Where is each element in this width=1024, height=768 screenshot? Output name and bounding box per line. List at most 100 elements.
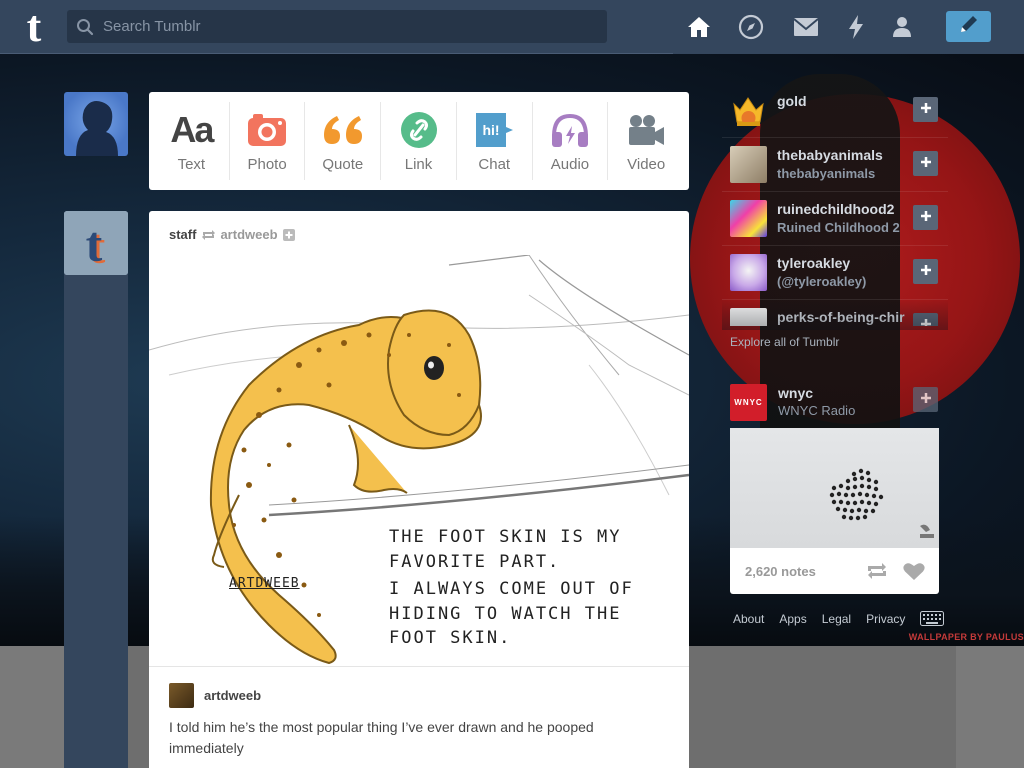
radar-image[interactable] (730, 428, 939, 548)
follow-plus-icon[interactable] (282, 228, 295, 241)
art-signature: ARTDWEEB (229, 576, 300, 591)
home-icon[interactable] (686, 14, 712, 40)
reblogged-from-link[interactable]: artdweeb (220, 227, 277, 242)
art-caption-1: THE FOOT SKIN IS MY FAVORITE PART. (389, 527, 622, 572)
explore-icon[interactable] (738, 14, 764, 40)
blog-title: (@tyleroakley) (777, 274, 867, 289)
radar-photo (829, 468, 934, 538)
quote-icon (323, 110, 363, 150)
footer-links: About Apps Legal Privacy (733, 611, 959, 626)
reblog-author-link[interactable]: artdweeb (204, 688, 261, 703)
post-type-chat[interactable]: hi! Chat (457, 102, 533, 180)
camera-icon (247, 110, 287, 150)
radar-header: WNYC wnyc WNYC Radio (722, 378, 948, 424)
headphones-icon (550, 110, 590, 150)
compose-button[interactable] (946, 11, 991, 42)
link-icon (400, 110, 438, 150)
tumblr-logo[interactable]: t (14, 5, 54, 49)
blog-name[interactable]: gold (777, 93, 807, 109)
post-type-label: Audio (550, 155, 590, 173)
post-caption: I told him he’s the most popular thing I… (169, 719, 594, 756)
explore-link[interactable]: Explore all of Tumblr (730, 335, 839, 349)
post-type-audio[interactable]: Audio (533, 102, 609, 180)
blog-title: thebabyanimals (777, 166, 876, 181)
artdweeb-avatar[interactable] (169, 683, 194, 708)
recommended-blog[interactable]: ruinedchildhood2 Ruined Childhood 2 (722, 192, 948, 246)
follow-button[interactable] (913, 205, 938, 230)
post-header: staff artdweeb (169, 227, 295, 242)
radar-blog-name[interactable]: wnyc (778, 385, 813, 401)
post-illustration[interactable]: THE FOOT SKIN IS MY FAVORITE PART. I ALW… (149, 254, 689, 665)
account-icon[interactable] (889, 14, 915, 40)
radar-blog-title: WNYC Radio (778, 403, 856, 418)
plus-icon (920, 101, 932, 119)
footer-link-privacy[interactable]: Privacy (866, 612, 905, 626)
reblog-author-row: artdweeb (169, 683, 261, 708)
svg-text:hi!: hi! (483, 122, 500, 138)
blog-name[interactable]: tyleroakley (777, 255, 850, 271)
post-type-label: Photo (247, 155, 287, 173)
post-type-label: Video (627, 155, 666, 173)
top-header: t (0, 0, 1024, 54)
post-divider (149, 666, 689, 667)
post-type-label: Quote (322, 155, 364, 173)
follow-button[interactable] (913, 387, 938, 412)
plus-icon (920, 209, 932, 227)
notes-count[interactable]: 2,620 notes (745, 564, 816, 579)
blog-avatar[interactable] (730, 254, 767, 291)
post-type-label: Chat (478, 155, 511, 173)
recommended-blog[interactable]: tyleroakley (@tyleroakley) (722, 246, 948, 300)
inbox-icon[interactable] (792, 14, 820, 40)
recommended-fade (722, 300, 948, 330)
footer-link-apps[interactable]: Apps (779, 612, 806, 626)
post-author-link[interactable]: staff (169, 227, 196, 242)
svg-text:t: t (86, 216, 103, 272)
post-type-label: Text (177, 155, 206, 173)
reblog-icon (201, 229, 216, 241)
blog-name[interactable]: ruinedchildhood2 (777, 201, 894, 217)
radar-footer: 2,620 notes (730, 548, 939, 594)
user-avatar[interactable] (64, 92, 128, 156)
wnyc-avatar[interactable]: WNYC (730, 384, 767, 421)
post-type-text[interactable]: Aa Text (154, 102, 230, 180)
follow-button[interactable] (913, 259, 938, 284)
dashboard-post: staff artdweeb THE FOOT SKIN IS MY FAVOR… (149, 211, 689, 768)
recommended-blog[interactable]: thebabyanimals thebabyanimals (722, 138, 948, 192)
search-icon (67, 18, 103, 36)
post-type-link[interactable]: Link (381, 102, 457, 180)
reblog-button[interactable] (866, 562, 888, 585)
gramophone-icon (920, 524, 934, 538)
blog-avatar[interactable] (730, 92, 767, 129)
footer-link-legal[interactable]: Legal (822, 612, 851, 626)
pencil-icon (958, 13, 980, 40)
keyboard-icon[interactable] (920, 611, 945, 626)
chat-icon: hi! (474, 110, 514, 150)
heart-icon[interactable] (903, 562, 925, 586)
search-input[interactable] (103, 18, 583, 35)
plus-icon (920, 263, 932, 281)
post-type-quote[interactable]: Quote (305, 102, 382, 180)
post-type-photo[interactable]: Photo (230, 102, 306, 180)
staff-avatar[interactable]: t t (64, 211, 128, 275)
search-bar[interactable] (67, 10, 607, 43)
text-icon: Aa (170, 108, 214, 150)
post-type-video[interactable]: Video (608, 102, 684, 180)
wallpaper-credit: WALLPAPER BY PAULUS (908, 632, 1024, 642)
art-caption-2: I ALWAYS COME OUT OF HIDING TO WATCH THE… (389, 579, 634, 649)
left-rail (64, 212, 128, 768)
blog-avatar[interactable] (730, 200, 767, 237)
blog-avatar[interactable] (730, 146, 767, 183)
follow-button[interactable] (913, 97, 938, 122)
blog-name[interactable]: thebabyanimals (777, 147, 883, 163)
recommended-blog[interactable]: gold (722, 84, 948, 138)
activity-icon[interactable] (843, 14, 869, 40)
follow-button[interactable] (913, 151, 938, 176)
video-camera-icon (626, 110, 666, 150)
radar-post: WNYC wnyc WNYC Radio (722, 378, 948, 424)
recommended-blogs: gold thebabyanimals thebabyanimals ruine… (722, 84, 948, 326)
footer-link-about[interactable]: About (733, 612, 764, 626)
post-type-bar: Aa Text Photo Quote Link hi! Chat Audio (149, 92, 689, 190)
plus-icon (920, 391, 932, 409)
wnyc-logo: WNYC (734, 398, 763, 407)
post-type-label: Link (404, 155, 433, 173)
